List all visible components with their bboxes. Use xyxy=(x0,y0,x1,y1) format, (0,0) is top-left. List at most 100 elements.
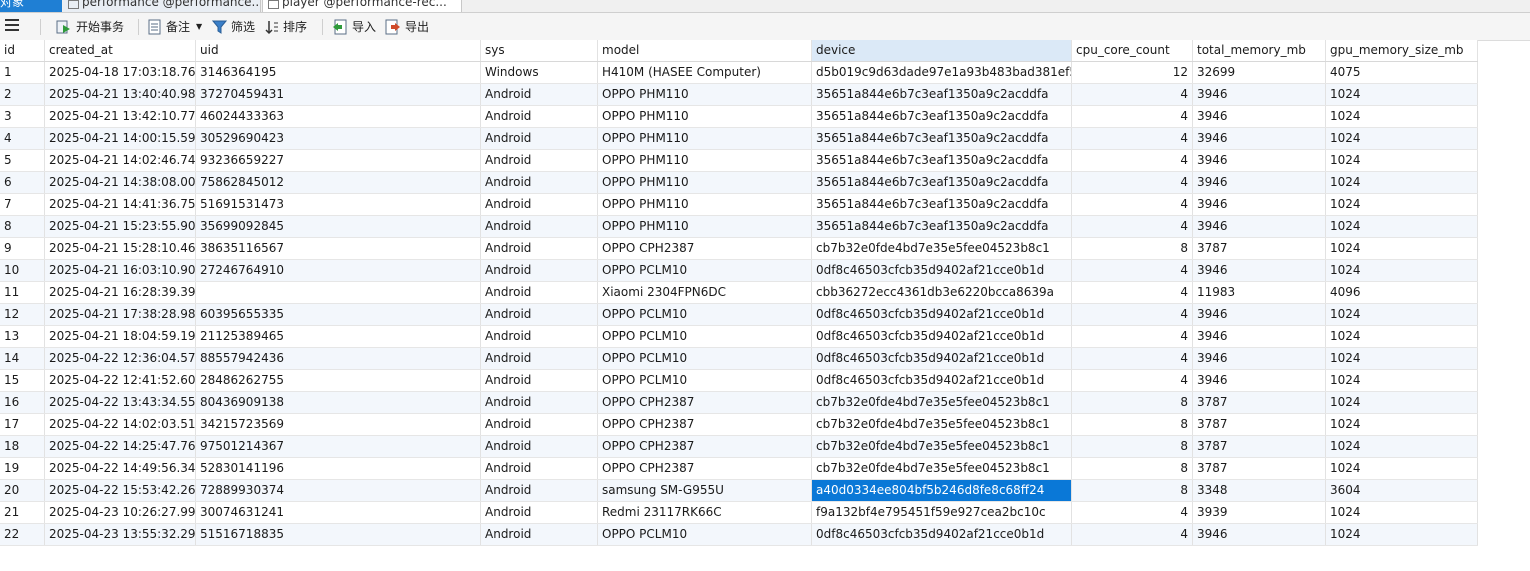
cell-id[interactable]: 11 xyxy=(0,282,45,303)
cell-gpu-memory-size-mb[interactable]: 1024 xyxy=(1326,348,1478,369)
table-row[interactable]: 20 2025-04-22 15:53:42.265 72889930374 Andr… xyxy=(0,480,1478,502)
cell-cpu-core-count[interactable]: 4 xyxy=(1072,106,1193,127)
cell-uid[interactable]: 27246764910 xyxy=(196,260,481,281)
cell-sys[interactable]: Android xyxy=(481,524,598,545)
chevron-down-icon[interactable]: ▼ xyxy=(196,22,202,31)
cell-id[interactable]: 7 xyxy=(0,194,45,215)
begin-transaction-button[interactable]: 开始事务 xyxy=(56,16,124,37)
cell-uid[interactable]: 72889930374 xyxy=(196,480,481,501)
cell-sys[interactable]: Android xyxy=(481,414,598,435)
cell-cpu-core-count[interactable]: 4 xyxy=(1072,84,1193,105)
cell-device[interactable]: 0df8c46503cfcb35d9402af21cce0b1d xyxy=(812,304,1072,325)
cell-created-at[interactable]: 2025-04-22 14:25:47.761 xyxy=(45,436,196,457)
cell-id[interactable]: 17 xyxy=(0,414,45,435)
table-row[interactable]: 15 2025-04-22 12:41:52.607 28486262755 Andr… xyxy=(0,370,1478,392)
cell-uid[interactable]: 34215723569 xyxy=(196,414,481,435)
cell-created-at[interactable]: 2025-04-21 13:40:40.987 xyxy=(45,84,196,105)
cell-model[interactable]: OPPO PHM110 xyxy=(598,128,812,149)
cell-created-at[interactable]: 2025-04-21 16:03:10.907 xyxy=(45,260,196,281)
cell-device[interactable]: 0df8c46503cfcb35d9402af21cce0b1d xyxy=(812,524,1072,545)
cell-device[interactable]: cb7b32e0fde4bd7e35e5fee04523b8c1 xyxy=(812,436,1072,457)
cell-cpu-core-count[interactable]: 4 xyxy=(1072,260,1193,281)
cell-gpu-memory-size-mb[interactable]: 1024 xyxy=(1326,260,1478,281)
tab-player[interactable]: player @performance-rec... xyxy=(262,0,462,12)
cell-model[interactable]: OPPO PHM110 xyxy=(598,216,812,237)
table-row[interactable]: 4 2025-04-21 14:00:15.598 30529690423 Andro… xyxy=(0,128,1478,150)
cell-total-memory-mb[interactable]: 3946 xyxy=(1193,348,1326,369)
cell-id[interactable]: 14 xyxy=(0,348,45,369)
cell-cpu-core-count[interactable]: 4 xyxy=(1072,150,1193,171)
cell-cpu-core-count[interactable]: 4 xyxy=(1072,502,1193,523)
cell-gpu-memory-size-mb[interactable]: 1024 xyxy=(1326,392,1478,413)
cell-uid[interactable]: 97501214367 xyxy=(196,436,481,457)
cell-gpu-memory-size-mb[interactable]: 1024 xyxy=(1326,326,1478,347)
cell-gpu-memory-size-mb[interactable]: 1024 xyxy=(1326,370,1478,391)
cell-total-memory-mb[interactable]: 3946 xyxy=(1193,326,1326,347)
table-row[interactable]: 9 2025-04-21 15:28:10.468 38635116567 Andro… xyxy=(0,238,1478,260)
cell-sys[interactable]: Android xyxy=(481,348,598,369)
cell-device[interactable]: 35651a844e6b7c3eaf1350a9c2acddfa xyxy=(812,128,1072,149)
cell-id[interactable]: 5 xyxy=(0,150,45,171)
cell-cpu-core-count[interactable]: 12 xyxy=(1072,62,1193,83)
cell-cpu-core-count[interactable]: 4 xyxy=(1072,348,1193,369)
cell-uid[interactable]: 3146364195 xyxy=(196,62,481,83)
cell-id[interactable]: 3 xyxy=(0,106,45,127)
table-row[interactable]: 11 2025-04-21 16:28:39.397 Android Xiaomi 2… xyxy=(0,282,1478,304)
cell-sys[interactable]: Android xyxy=(481,84,598,105)
cell-model[interactable]: Redmi 23117RK66C xyxy=(598,502,812,523)
cell-sys[interactable]: Android xyxy=(481,458,598,479)
cell-total-memory-mb[interactable]: 3946 xyxy=(1193,150,1326,171)
cell-gpu-memory-size-mb[interactable]: 1024 xyxy=(1326,304,1478,325)
cell-created-at[interactable]: 2025-04-22 12:41:52.607 xyxy=(45,370,196,391)
cell-model[interactable]: OPPO PHM110 xyxy=(598,150,812,171)
table-row[interactable]: 16 2025-04-22 13:43:34.558 80436909138 Andr… xyxy=(0,392,1478,414)
cell-sys[interactable]: Android xyxy=(481,260,598,281)
cell-device[interactable]: 35651a844e6b7c3eaf1350a9c2acddfa xyxy=(812,194,1072,215)
cell-device[interactable]: a40d0334ee804bf5b246d8fe8c68ff24 xyxy=(812,480,1072,501)
cell-sys[interactable]: Android xyxy=(481,480,598,501)
cell-total-memory-mb[interactable]: 3946 xyxy=(1193,128,1326,149)
cell-model[interactable]: OPPO PHM110 xyxy=(598,172,812,193)
cell-created-at[interactable]: 2025-04-23 10:26:27.996 xyxy=(45,502,196,523)
cell-total-memory-mb[interactable]: 3787 xyxy=(1193,392,1326,413)
table-row[interactable]: 3 2025-04-21 13:42:10.771 46024433363 Andro… xyxy=(0,106,1478,128)
sort-button[interactable]: 排序 xyxy=(265,16,307,37)
cell-id[interactable]: 18 xyxy=(0,436,45,457)
cell-sys[interactable]: Android xyxy=(481,326,598,347)
cell-id[interactable]: 8 xyxy=(0,216,45,237)
cell-created-at[interactable]: 2025-04-21 14:41:36.752 xyxy=(45,194,196,215)
cell-sys[interactable]: Android xyxy=(481,194,598,215)
table-row[interactable]: 21 2025-04-23 10:26:27.996 30074631241 Andr… xyxy=(0,502,1478,524)
cell-created-at[interactable]: 2025-04-21 15:28:10.468 xyxy=(45,238,196,259)
cell-cpu-core-count[interactable]: 8 xyxy=(1072,458,1193,479)
cell-total-memory-mb[interactable]: 3946 xyxy=(1193,370,1326,391)
cell-model[interactable]: OPPO PCLM10 xyxy=(598,524,812,545)
cell-gpu-memory-size-mb[interactable]: 1024 xyxy=(1326,172,1478,193)
table-row[interactable]: 2 2025-04-21 13:40:40.987 37270459431 Andro… xyxy=(0,84,1478,106)
column-header-total-memory-mb[interactable]: total_memory_mb xyxy=(1193,40,1326,61)
cell-model[interactable]: Xiaomi 2304FPN6DC xyxy=(598,282,812,303)
cell-total-memory-mb[interactable]: 3946 xyxy=(1193,106,1326,127)
table-row[interactable]: 18 2025-04-22 14:25:47.761 97501214367 Andr… xyxy=(0,436,1478,458)
cell-uid[interactable]: 60395655335 xyxy=(196,304,481,325)
cell-sys[interactable]: Android xyxy=(481,370,598,391)
cell-device[interactable]: 35651a844e6b7c3eaf1350a9c2acddfa xyxy=(812,106,1072,127)
filter-button[interactable]: 筛选 xyxy=(212,16,255,37)
cell-total-memory-mb[interactable]: 3787 xyxy=(1193,458,1326,479)
cell-created-at[interactable]: 2025-04-22 12:36:04.576 xyxy=(45,348,196,369)
cell-cpu-core-count[interactable]: 4 xyxy=(1072,282,1193,303)
cell-device[interactable]: 35651a844e6b7c3eaf1350a9c2acddfa xyxy=(812,216,1072,237)
cell-id[interactable]: 13 xyxy=(0,326,45,347)
cell-model[interactable]: OPPO PCLM10 xyxy=(598,348,812,369)
cell-created-at[interactable]: 2025-04-22 14:02:03.512 xyxy=(45,414,196,435)
cell-created-at[interactable]: 2025-04-21 15:23:55.906 xyxy=(45,216,196,237)
cell-cpu-core-count[interactable]: 4 xyxy=(1072,326,1193,347)
cell-device[interactable]: 0df8c46503cfcb35d9402af21cce0b1d xyxy=(812,370,1072,391)
cell-id[interactable]: 4 xyxy=(0,128,45,149)
cell-device[interactable]: d5b019c9d63dade97e1a93b483bad381ef53 xyxy=(812,62,1072,83)
cell-created-at[interactable]: 2025-04-22 15:53:42.265 xyxy=(45,480,196,501)
cell-cpu-core-count[interactable]: 8 xyxy=(1072,414,1193,435)
cell-gpu-memory-size-mb[interactable]: 1024 xyxy=(1326,216,1478,237)
cell-cpu-core-count[interactable]: 8 xyxy=(1072,238,1193,259)
column-header-created-at[interactable]: created_at xyxy=(45,40,196,61)
